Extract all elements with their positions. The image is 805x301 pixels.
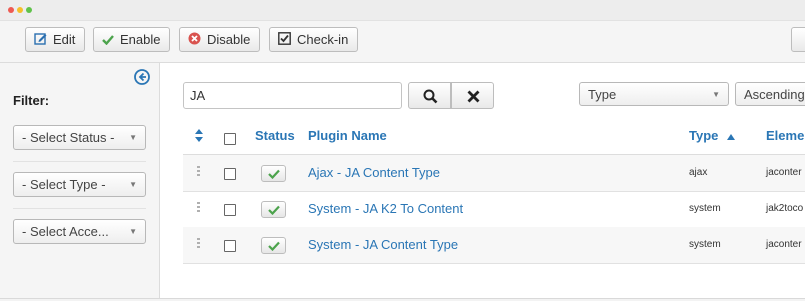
select-status-value: - Select Status - <box>22 130 115 145</box>
search-icon <box>423 89 438 104</box>
search-button[interactable] <box>408 82 451 109</box>
collapse-sidebar-icon[interactable] <box>134 69 150 85</box>
plugin-element: jaconter <box>766 167 802 178</box>
row-checkbox[interactable] <box>224 240 236 252</box>
select-type-dropdown[interactable]: - Select Type - ▼ <box>13 172 146 197</box>
sort-field-dropdown[interactable]: Type ▼ <box>579 82 729 106</box>
check-icon <box>102 29 114 52</box>
select-access-value: - Select Acce... <box>22 224 109 239</box>
check-icon <box>268 169 280 179</box>
divider <box>13 208 146 209</box>
plugin-element: jak2toco <box>766 203 804 214</box>
ordering-sort-icon[interactable] <box>195 129 203 145</box>
drag-handle-icon[interactable] <box>197 202 200 214</box>
enable-button-label: Enable <box>120 32 161 47</box>
table-header: Status Plugin Name Type Eleme <box>183 118 805 155</box>
close-window-dot[interactable] <box>8 7 14 13</box>
search-input[interactable] <box>183 82 402 109</box>
disable-button[interactable]: Disable <box>179 27 261 52</box>
caret-down-icon: ▼ <box>712 90 720 99</box>
sort-direction-value: Ascending <box>744 87 805 102</box>
close-icon <box>467 90 480 103</box>
divider <box>13 161 146 162</box>
plugin-element: jaconter <box>766 239 802 250</box>
options-button[interactable] <box>791 27 805 52</box>
edit-button[interactable]: Edit <box>25 27 86 52</box>
status-toggle-button[interactable] <box>261 201 286 218</box>
minimize-window-dot[interactable] <box>17 7 23 13</box>
plugin-name-link[interactable]: System - JA K2 To Content <box>308 201 463 216</box>
toolbar: Edit Enable Disable Check-in <box>0 21 805 63</box>
element-column-header[interactable]: Eleme <box>766 128 804 143</box>
plugin-type: ajax <box>689 167 708 178</box>
type-column-label: Type <box>689 128 719 143</box>
row-checkbox[interactable] <box>224 168 236 180</box>
select-type-value: - Select Type - <box>22 177 106 192</box>
select-access-dropdown[interactable]: - Select Acce... ▼ <box>13 219 146 244</box>
check-icon <box>268 205 280 215</box>
type-column-header[interactable]: Type <box>689 128 736 143</box>
app-window: Edit Enable Disable Check-in Filter: - S… <box>0 0 805 299</box>
enable-button[interactable]: Enable <box>93 27 171 52</box>
table-row: Ajax - JA Content Type ajax jaconter <box>183 155 805 192</box>
drag-handle-icon[interactable] <box>197 166 200 178</box>
checkin-button-label: Check-in <box>297 32 349 47</box>
caret-down-icon: ▼ <box>129 227 137 236</box>
plugin-name-column-header[interactable]: Plugin Name <box>308 128 387 143</box>
edit-button-label: Edit <box>53 32 76 47</box>
plugin-type: system <box>689 239 721 250</box>
table-row: System - JA K2 To Content system jak2toc… <box>183 191 805 228</box>
filter-sidebar: Filter: - Select Status - ▼ - Select Typ… <box>0 63 160 298</box>
caret-down-icon: ▼ <box>129 180 137 189</box>
caret-down-icon: ▼ <box>129 133 137 142</box>
plugin-name-link[interactable]: System - JA Content Type <box>308 237 458 252</box>
disable-button-label: Disable <box>207 32 251 47</box>
checkbox-checked-icon <box>278 29 291 52</box>
select-status-dropdown[interactable]: - Select Status - ▼ <box>13 125 146 150</box>
sort-field-value: Type <box>588 87 617 102</box>
plugin-type: system <box>689 203 721 214</box>
status-toggle-button[interactable] <box>261 237 286 254</box>
disable-icon <box>188 29 201 52</box>
plugin-name-link[interactable]: Ajax - JA Content Type <box>308 165 440 180</box>
check-icon <box>268 241 280 251</box>
sort-direction-dropdown[interactable]: Ascending <box>735 82 805 106</box>
drag-handle-icon[interactable] <box>197 238 200 250</box>
clear-search-button[interactable] <box>451 82 494 109</box>
row-checkbox[interactable] <box>224 204 236 216</box>
status-column-header[interactable]: Status <box>255 128 295 143</box>
window-titlebar <box>0 0 805 21</box>
sort-ascending-icon <box>727 133 736 140</box>
checkin-button[interactable]: Check-in <box>269 27 359 52</box>
filter-label: Filter: <box>13 93 50 108</box>
select-all-checkbox[interactable] <box>224 133 236 145</box>
table-row: System - JA Content Type system jaconter <box>183 227 805 264</box>
edit-icon <box>34 29 47 52</box>
maximize-window-dot[interactable] <box>26 7 32 13</box>
status-toggle-button[interactable] <box>261 165 286 182</box>
